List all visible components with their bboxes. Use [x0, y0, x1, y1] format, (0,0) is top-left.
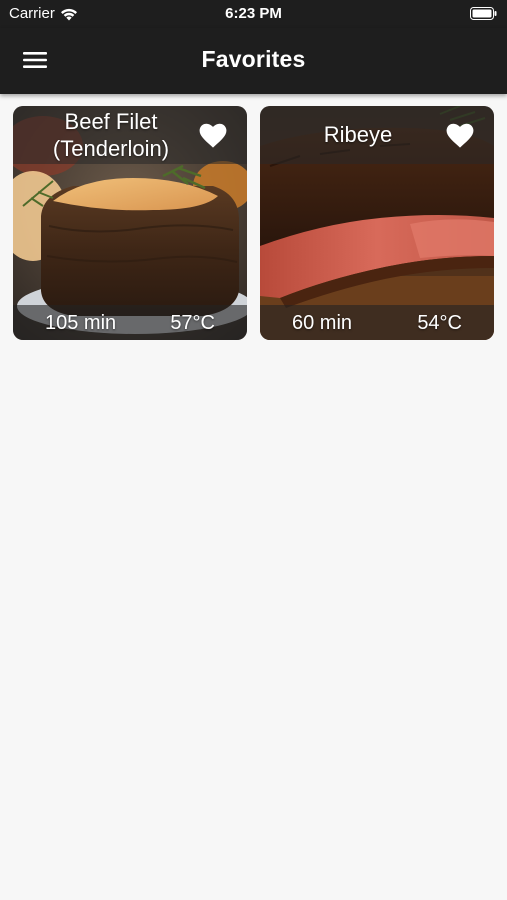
status-bar: Carrier 6:23 PM: [0, 0, 507, 28]
card-title-line2: (Tenderloin): [52, 136, 170, 161]
navigation-bar: Favorites: [0, 28, 507, 94]
favorites-grid: Beef Filet (Tenderloin) 105 min 57°C Rib…: [13, 106, 495, 340]
card-title: Ribeye: [268, 121, 448, 148]
heart-icon[interactable]: [446, 123, 474, 149]
card-title: Beef Filet (Tenderloin): [21, 108, 201, 162]
status-time: 6:23 PM: [225, 5, 282, 22]
page-title: Favorites: [201, 46, 306, 72]
battery-icon: [470, 7, 497, 20]
cook-temperature: 57°C: [170, 312, 215, 334]
heart-icon[interactable]: [199, 123, 227, 149]
favorite-card-beef-filet[interactable]: Beef Filet (Tenderloin) 105 min 57°C: [13, 106, 247, 340]
cook-time: 60 min: [292, 312, 353, 334]
favorite-card-ribeye[interactable]: Ribeye 60 min 54°C: [260, 106, 494, 340]
card-title-line1: Ribeye: [323, 122, 393, 147]
card-title-line1: Beef Filet: [64, 109, 158, 134]
cook-time: 105 min: [45, 312, 117, 334]
cook-temperature: 54°C: [417, 312, 462, 334]
